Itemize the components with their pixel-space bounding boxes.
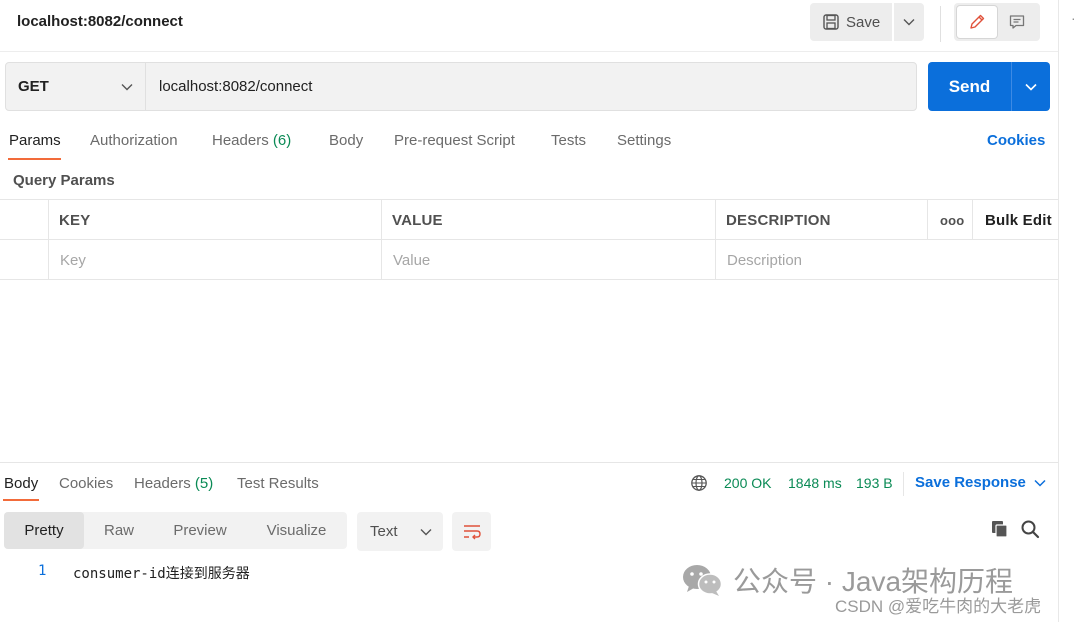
pencil-icon xyxy=(970,14,985,29)
tab-settings[interactable]: Settings xyxy=(617,132,671,149)
response-tab-test-results[interactable]: Test Results xyxy=(237,475,319,492)
comments-mode-button[interactable] xyxy=(997,6,1037,38)
comment-icon xyxy=(1009,15,1025,29)
view-preview-button[interactable]: Preview xyxy=(154,512,246,549)
response-tab-body[interactable]: Body xyxy=(4,475,38,492)
right-panel-border xyxy=(1058,0,1059,622)
url-bar: GET xyxy=(5,62,917,111)
save-button[interactable]: Save xyxy=(810,3,892,41)
column-description-header: DESCRIPTION xyxy=(726,211,831,229)
tab-headers-label: Headers xyxy=(212,132,269,149)
csdn-watermark: CSDN @爱吃牛肉的大老虎 xyxy=(835,597,1042,616)
key-input[interactable]: Key xyxy=(60,240,86,280)
status-code[interactable]: 200 OK xyxy=(724,475,771,491)
copy-icon[interactable] xyxy=(990,519,1010,539)
line-text: consumer-id连接到服务器 xyxy=(73,566,250,582)
bulk-edit-button[interactable]: Bulk Edit xyxy=(985,200,1052,240)
view-visualize-button[interactable]: Visualize xyxy=(246,512,347,549)
active-response-tab-indicator xyxy=(3,499,39,501)
column-divider xyxy=(927,200,928,240)
send-options-button[interactable] xyxy=(1011,62,1050,111)
description-input[interactable]: Description xyxy=(727,240,802,280)
save-label: Save xyxy=(846,13,881,31)
value-input[interactable]: Value xyxy=(393,240,430,280)
column-divider xyxy=(972,200,973,240)
response-size[interactable]: 193 B xyxy=(856,475,893,491)
response-format-select[interactable]: Text xyxy=(357,512,443,551)
tab-authorization[interactable]: Authorization xyxy=(90,132,178,149)
save-options-button[interactable] xyxy=(894,3,924,41)
status-divider xyxy=(903,472,904,496)
tab-pre-request-script[interactable]: Pre-request Script xyxy=(394,132,515,149)
chevron-down-icon xyxy=(903,19,915,26)
response-time[interactable]: 1848 ms xyxy=(788,475,842,491)
view-raw-button[interactable]: Raw xyxy=(84,512,154,549)
right-panel-handle-icon[interactable]: · xyxy=(1071,10,1076,26)
tab-headers[interactable]: Headers (6) xyxy=(212,132,291,149)
response-tab-cookies[interactable]: Cookies xyxy=(59,475,113,492)
response-tab-headers[interactable]: Headers (5) xyxy=(134,475,213,492)
response-tab-headers-count: (5) xyxy=(194,475,214,492)
tab-body[interactable]: Body xyxy=(329,132,363,149)
tab-tests[interactable]: Tests xyxy=(551,132,586,149)
top-bar: localhost:8082/connect Save xyxy=(0,0,1058,52)
query-params-title: Query Params xyxy=(13,172,115,189)
search-icon[interactable] xyxy=(1020,519,1040,539)
save-response-button[interactable]: Save Response xyxy=(915,474,1046,491)
request-tabs: Params Authorization Headers (6) Body Pr… xyxy=(0,126,1058,162)
wrap-lines-icon xyxy=(463,524,481,539)
wrap-lines-button[interactable] xyxy=(452,512,491,551)
chevron-down-icon xyxy=(1034,479,1046,487)
edit-mode-button[interactable] xyxy=(957,6,997,38)
globe-icon[interactable] xyxy=(690,474,708,492)
chevron-down-icon xyxy=(420,528,432,535)
save-response-label: Save Response xyxy=(915,474,1026,491)
chevron-down-icon xyxy=(121,83,133,90)
response-tab-headers-label: Headers xyxy=(134,475,191,492)
mode-switcher xyxy=(954,3,1040,41)
line-number: 1 xyxy=(38,563,47,579)
tab-params[interactable]: Params xyxy=(9,132,61,149)
column-value-header: VALUE xyxy=(392,211,443,229)
request-tab-title[interactable]: localhost:8082/connect xyxy=(17,13,183,30)
chevron-down-icon xyxy=(1025,83,1037,91)
column-key-header: KEY xyxy=(59,211,91,229)
response-tabs: Body Cookies Headers (5) Test Results 20… xyxy=(0,470,1058,504)
table-row: Key Value Description xyxy=(0,239,1058,280)
table-header-row: KEY VALUE DESCRIPTION ooo Bulk Edit xyxy=(0,199,1058,240)
response-format-label: Text xyxy=(370,523,398,540)
column-divider xyxy=(48,240,49,280)
save-group: Save xyxy=(810,3,924,41)
more-options-icon[interactable]: ooo xyxy=(940,200,964,240)
send-button[interactable]: Send xyxy=(928,62,1011,111)
column-divider xyxy=(715,200,716,240)
column-divider xyxy=(48,200,49,240)
response-view-switcher: Pretty Raw Preview Visualize xyxy=(4,512,347,549)
cookies-link[interactable]: Cookies xyxy=(987,132,1045,149)
wechat-logo-icon xyxy=(683,565,723,596)
view-pretty-button[interactable]: Pretty xyxy=(4,512,84,549)
active-tab-indicator xyxy=(8,158,61,160)
params-table: KEY VALUE DESCRIPTION ooo Bulk Edit Key … xyxy=(0,199,1058,281)
send-group: Send xyxy=(928,62,1050,111)
save-icon xyxy=(823,14,839,30)
column-divider xyxy=(381,240,382,280)
tab-headers-count: (6) xyxy=(272,132,292,149)
method-label: GET xyxy=(18,78,49,95)
response-divider[interactable] xyxy=(0,462,1058,463)
column-divider xyxy=(381,200,382,240)
url-input[interactable] xyxy=(146,63,916,110)
column-divider xyxy=(715,240,716,280)
toolbar-divider xyxy=(940,6,941,42)
method-select[interactable]: GET xyxy=(6,63,146,110)
